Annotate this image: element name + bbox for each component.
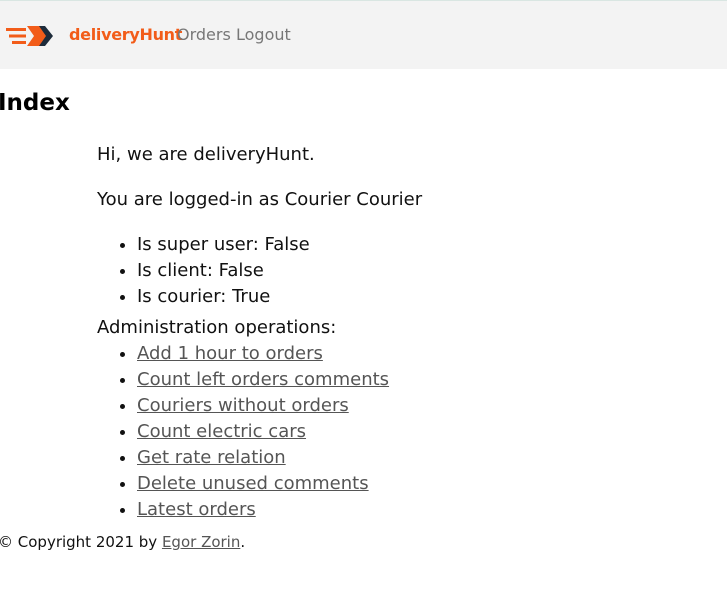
list-item: Get rate relation [137,445,389,471]
list-item: Count electric cars [137,419,389,445]
list-item: Latest orders [137,497,389,523]
couriers-without-orders-link[interactable]: Couriers without orders [137,395,349,416]
copyright-text: © Copyright 2021 by [0,533,162,551]
list-item: Add 1 hour to orders [137,341,389,367]
flag-superuser: Is super user: False [137,232,310,258]
list-item: Delete unused comments [137,471,389,497]
admin-operations-label: Administration operations: [97,317,337,338]
navbar: deliveryHunt Orders Logout [0,0,727,69]
nav-orders-link[interactable]: Orders [177,25,231,44]
user-flags-list: Is super user: False Is client: False Is… [97,232,310,310]
delivery-arrow-logo-icon[interactable] [6,25,54,47]
add-hour-link[interactable]: Add 1 hour to orders [137,343,323,364]
flag-courier: Is courier: True [137,284,310,310]
rate-relation-link[interactable]: Get rate relation [137,447,286,468]
footer-period: . [240,533,246,551]
list-item: Count left orders comments [137,367,389,393]
latest-orders-link[interactable]: Latest orders [137,499,256,520]
delete-comments-link[interactable]: Delete unused comments [137,473,369,494]
author-link[interactable]: Egor Zorin [162,533,240,551]
footer: © Copyright 2021 by Egor Zorin. [0,533,245,551]
logged-in-text: You are logged-in as Courier Courier [97,189,423,210]
list-item: Couriers without orders [137,393,389,419]
flag-client: Is client: False [137,258,310,284]
nav-logout-link[interactable]: Logout [236,25,291,44]
admin-operations-list: Add 1 hour to orders Count left orders c… [97,341,389,523]
count-electric-cars-link[interactable]: Count electric cars [137,421,306,442]
page-title: Index [0,90,70,116]
brand-link[interactable]: deliveryHunt [69,25,182,44]
count-comments-link[interactable]: Count left orders comments [137,369,389,390]
greeting-text: Hi, we are deliveryHunt. [97,144,315,165]
